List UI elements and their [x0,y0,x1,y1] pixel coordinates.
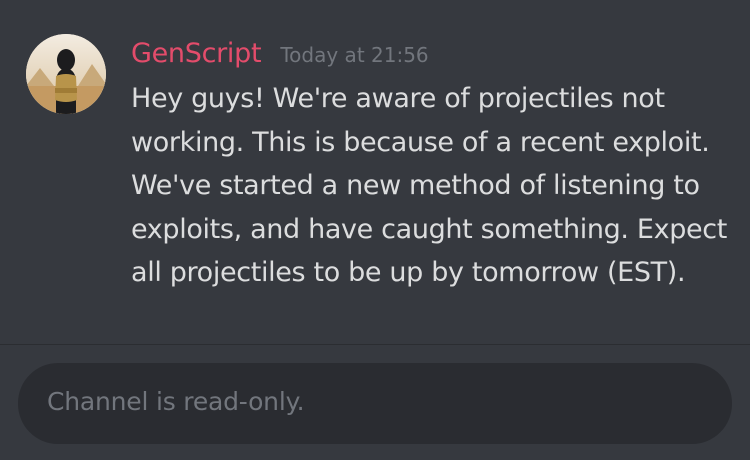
message-line: working. This is because of a recent exp… [131,126,710,158]
message-username[interactable]: GenScript [131,38,262,69]
message-line: We've started a new method of listening … [131,170,700,201]
message-timestamp: Today at 21:56 [280,43,429,67]
composer-placeholder: Channel is read-only. [47,387,305,416]
message-content: Hey guys! We're aware of projectiles not… [131,77,731,295]
user-avatar[interactable] [26,34,106,114]
message-line: Hey guys! We're aware of projectiles not [131,83,665,114]
chat-message: GenScript Today at 21:56 Hey guys! We're… [0,0,750,344]
message-line: all projectiles to be up by tomorrow (ES… [131,257,686,288]
avatar-image-icon [26,34,106,114]
message-composer: Channel is read-only. [18,363,732,444]
message-header: GenScript Today at 21:56 [131,38,429,69]
composer-divider [0,344,750,345]
message-line: exploits, and have caught something. Exp… [131,213,728,245]
